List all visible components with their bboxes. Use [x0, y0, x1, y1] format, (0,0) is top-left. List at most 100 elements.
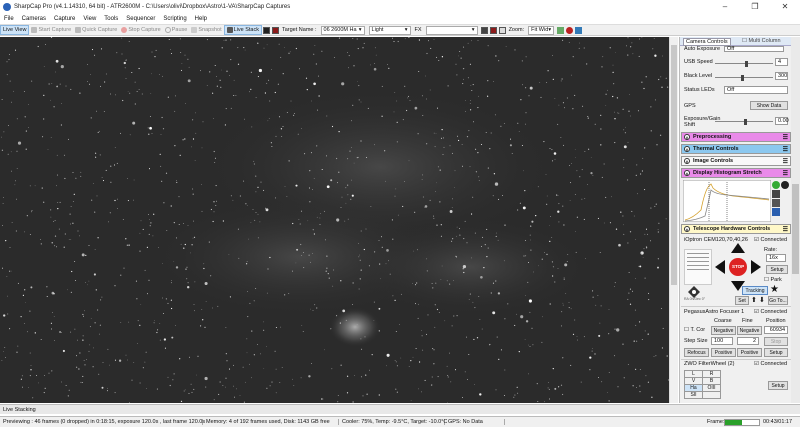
histogram-chart[interactable]: [683, 180, 771, 222]
menu-cameras[interactable]: Cameras: [22, 16, 46, 22]
filter-cell[interactable]: OIII: [702, 384, 721, 392]
show-data-button[interactable]: Show Data: [750, 101, 788, 110]
menu-tools[interactable]: Tools: [104, 16, 118, 22]
usb-speed-field[interactable]: 4: [775, 58, 788, 66]
east-arrow-icon[interactable]: [751, 260, 761, 274]
exposure-gain-row: Exposure/Gain Shift: [684, 116, 720, 128]
fine-step-field[interactable]: 2: [737, 337, 759, 345]
menu-capture[interactable]: Capture: [54, 16, 75, 22]
north-arrow-icon[interactable]: [731, 243, 745, 253]
image-controls-section[interactable]: ∨ Image Controls ☰: [681, 156, 791, 166]
mount-setup-button[interactable]: Setup: [766, 265, 788, 274]
pin-icon[interactable]: [575, 26, 583, 34]
west-arrow-icon[interactable]: [715, 260, 725, 274]
set-button[interactable]: Set: [735, 296, 749, 305]
snapshot-button[interactable]: Snapshot: [189, 25, 223, 35]
fine-positive-button[interactable]: Positive: [737, 348, 762, 357]
step-size-field[interactable]: 100: [711, 337, 733, 345]
close-icon[interactable]: ✕: [770, 0, 800, 13]
filterwheel-setup-button[interactable]: Setup: [768, 381, 788, 390]
goto-button[interactable]: Go To...: [768, 296, 788, 305]
image-viewer[interactable]: [0, 37, 678, 403]
refocus-button[interactable]: Refocus: [684, 348, 709, 357]
filter-cell[interactable]: R: [702, 370, 721, 378]
gear-icon[interactable]: [772, 190, 780, 198]
record-icon[interactable]: [566, 26, 574, 34]
auto-stretch-icon[interactable]: [772, 181, 780, 189]
filter-cell[interactable]: V: [684, 377, 703, 385]
histogram-stretch-section[interactable]: ∧ Display Histogram Stretch ☰: [681, 168, 791, 178]
menu-icon[interactable]: ☰: [783, 134, 788, 141]
focuser-connected-checkbox[interactable]: ☑ Connected: [754, 309, 787, 315]
exposure-gain-slider[interactable]: [715, 119, 773, 125]
menu-file[interactable]: File: [4, 16, 14, 22]
pause-button[interactable]: Pause: [163, 25, 190, 35]
gps-label: GPS: [684, 103, 696, 109]
panel-scroll-thumb[interactable]: [792, 184, 799, 274]
rate-select[interactable]: 16x: [766, 254, 786, 262]
coarse-positive-button[interactable]: Positive: [711, 348, 736, 357]
viewer-scrollbar[interactable]: [669, 37, 678, 403]
chart-icon[interactable]: [557, 26, 565, 34]
star-icon[interactable]: ★: [770, 284, 779, 295]
viewer-scroll-thumb[interactable]: [671, 45, 677, 285]
position-field[interactable]: 60934: [764, 326, 788, 334]
menu-view[interactable]: View: [83, 16, 96, 22]
multi-column-toggle[interactable]: ☐ Multi Column: [742, 38, 781, 44]
park-checkbox[interactable]: ☐ Park: [764, 277, 782, 283]
black-level-slider[interactable]: [715, 75, 773, 81]
maximize-icon[interactable]: ❐: [740, 0, 770, 13]
status-leds-select[interactable]: Off: [724, 86, 788, 94]
fine-negative-button[interactable]: Negative: [737, 326, 762, 335]
menu-icon[interactable]: ☰: [783, 158, 788, 165]
menu-icon[interactable]: ☰: [783, 226, 788, 233]
menu-icon[interactable]: ☰: [783, 170, 788, 177]
menu-help[interactable]: Help: [195, 16, 207, 22]
filterwheel-connected-checkbox[interactable]: ☑ Connected: [754, 361, 787, 367]
filter-cell[interactable]: [702, 391, 721, 399]
menu-scripting[interactable]: Scripting: [163, 16, 186, 22]
overlay-icon[interactable]: [489, 26, 497, 34]
save-icon[interactable]: [772, 208, 780, 216]
telescope-controls-section[interactable]: ∧ Telescope Hardware Controls ☰: [681, 224, 791, 234]
color-swatch-icon[interactable]: [262, 26, 270, 34]
start-capture-button[interactable]: Start Capture: [29, 25, 73, 35]
contrast-icon[interactable]: [781, 181, 789, 189]
focuser-setup-button[interactable]: Setup: [764, 348, 788, 357]
zoom-select[interactable]: Fit Wid ▾: [528, 25, 555, 35]
stop-capture-button[interactable]: Stop Capture: [119, 25, 162, 35]
frame-type-select[interactable]: Light ▾: [368, 25, 411, 35]
down-arrow-icon[interactable]: ⬇: [759, 296, 765, 304]
temp-comp-checkbox[interactable]: ☐ T. Cor: [684, 327, 705, 333]
exposure-gain-field[interactable]: 0.00: [775, 117, 789, 125]
filter-cell[interactable]: B: [702, 377, 721, 385]
histogram-icon[interactable]: [480, 26, 488, 34]
fx-select[interactable]: ▾: [425, 25, 478, 35]
filter-cell-selected[interactable]: Ha: [684, 384, 703, 392]
live-stack-button[interactable]: Live Stack: [223, 25, 262, 35]
reset-icon[interactable]: [772, 199, 780, 207]
coarse-negative-button[interactable]: Negative: [711, 326, 736, 335]
focuser-stop-button[interactable]: Stop: [764, 337, 788, 346]
preprocessing-section[interactable]: ∨ Preprocessing ☰: [681, 132, 791, 142]
menu-icon[interactable]: ☰: [783, 146, 788, 153]
minimize-icon[interactable]: –: [710, 0, 740, 13]
reticle-icon[interactable]: [271, 26, 279, 34]
black-level-field[interactable]: 300: [775, 72, 788, 80]
filter-cell[interactable]: L: [684, 370, 703, 378]
live-view-button[interactable]: Live View: [0, 25, 30, 35]
thermal-controls-section[interactable]: ∨ Thermal Controls ☰: [681, 144, 791, 154]
filter-cell[interactable]: SII: [684, 391, 703, 399]
settings-icon[interactable]: [498, 26, 506, 34]
usb-speed-slider[interactable]: [715, 61, 773, 67]
auto-exposure-select[interactable]: Off: [724, 46, 784, 52]
tab-camera-controls[interactable]: Camera Controls: [683, 38, 731, 46]
quick-capture-button[interactable]: Quick Capture: [73, 25, 119, 35]
panel-scrollbar[interactable]: [791, 37, 800, 403]
up-arrow-icon[interactable]: ⬆: [751, 296, 757, 304]
tracking-button[interactable]: Tracking: [742, 286, 768, 295]
menu-sequencer[interactable]: Sequencer: [126, 16, 155, 22]
target-name-input[interactable]: 06 2600M Ha ▾: [320, 25, 365, 35]
live-stacking-bar[interactable]: Live Stacking: [0, 404, 800, 414]
histogram-stretch-label: Display Histogram Stretch: [693, 170, 762, 176]
